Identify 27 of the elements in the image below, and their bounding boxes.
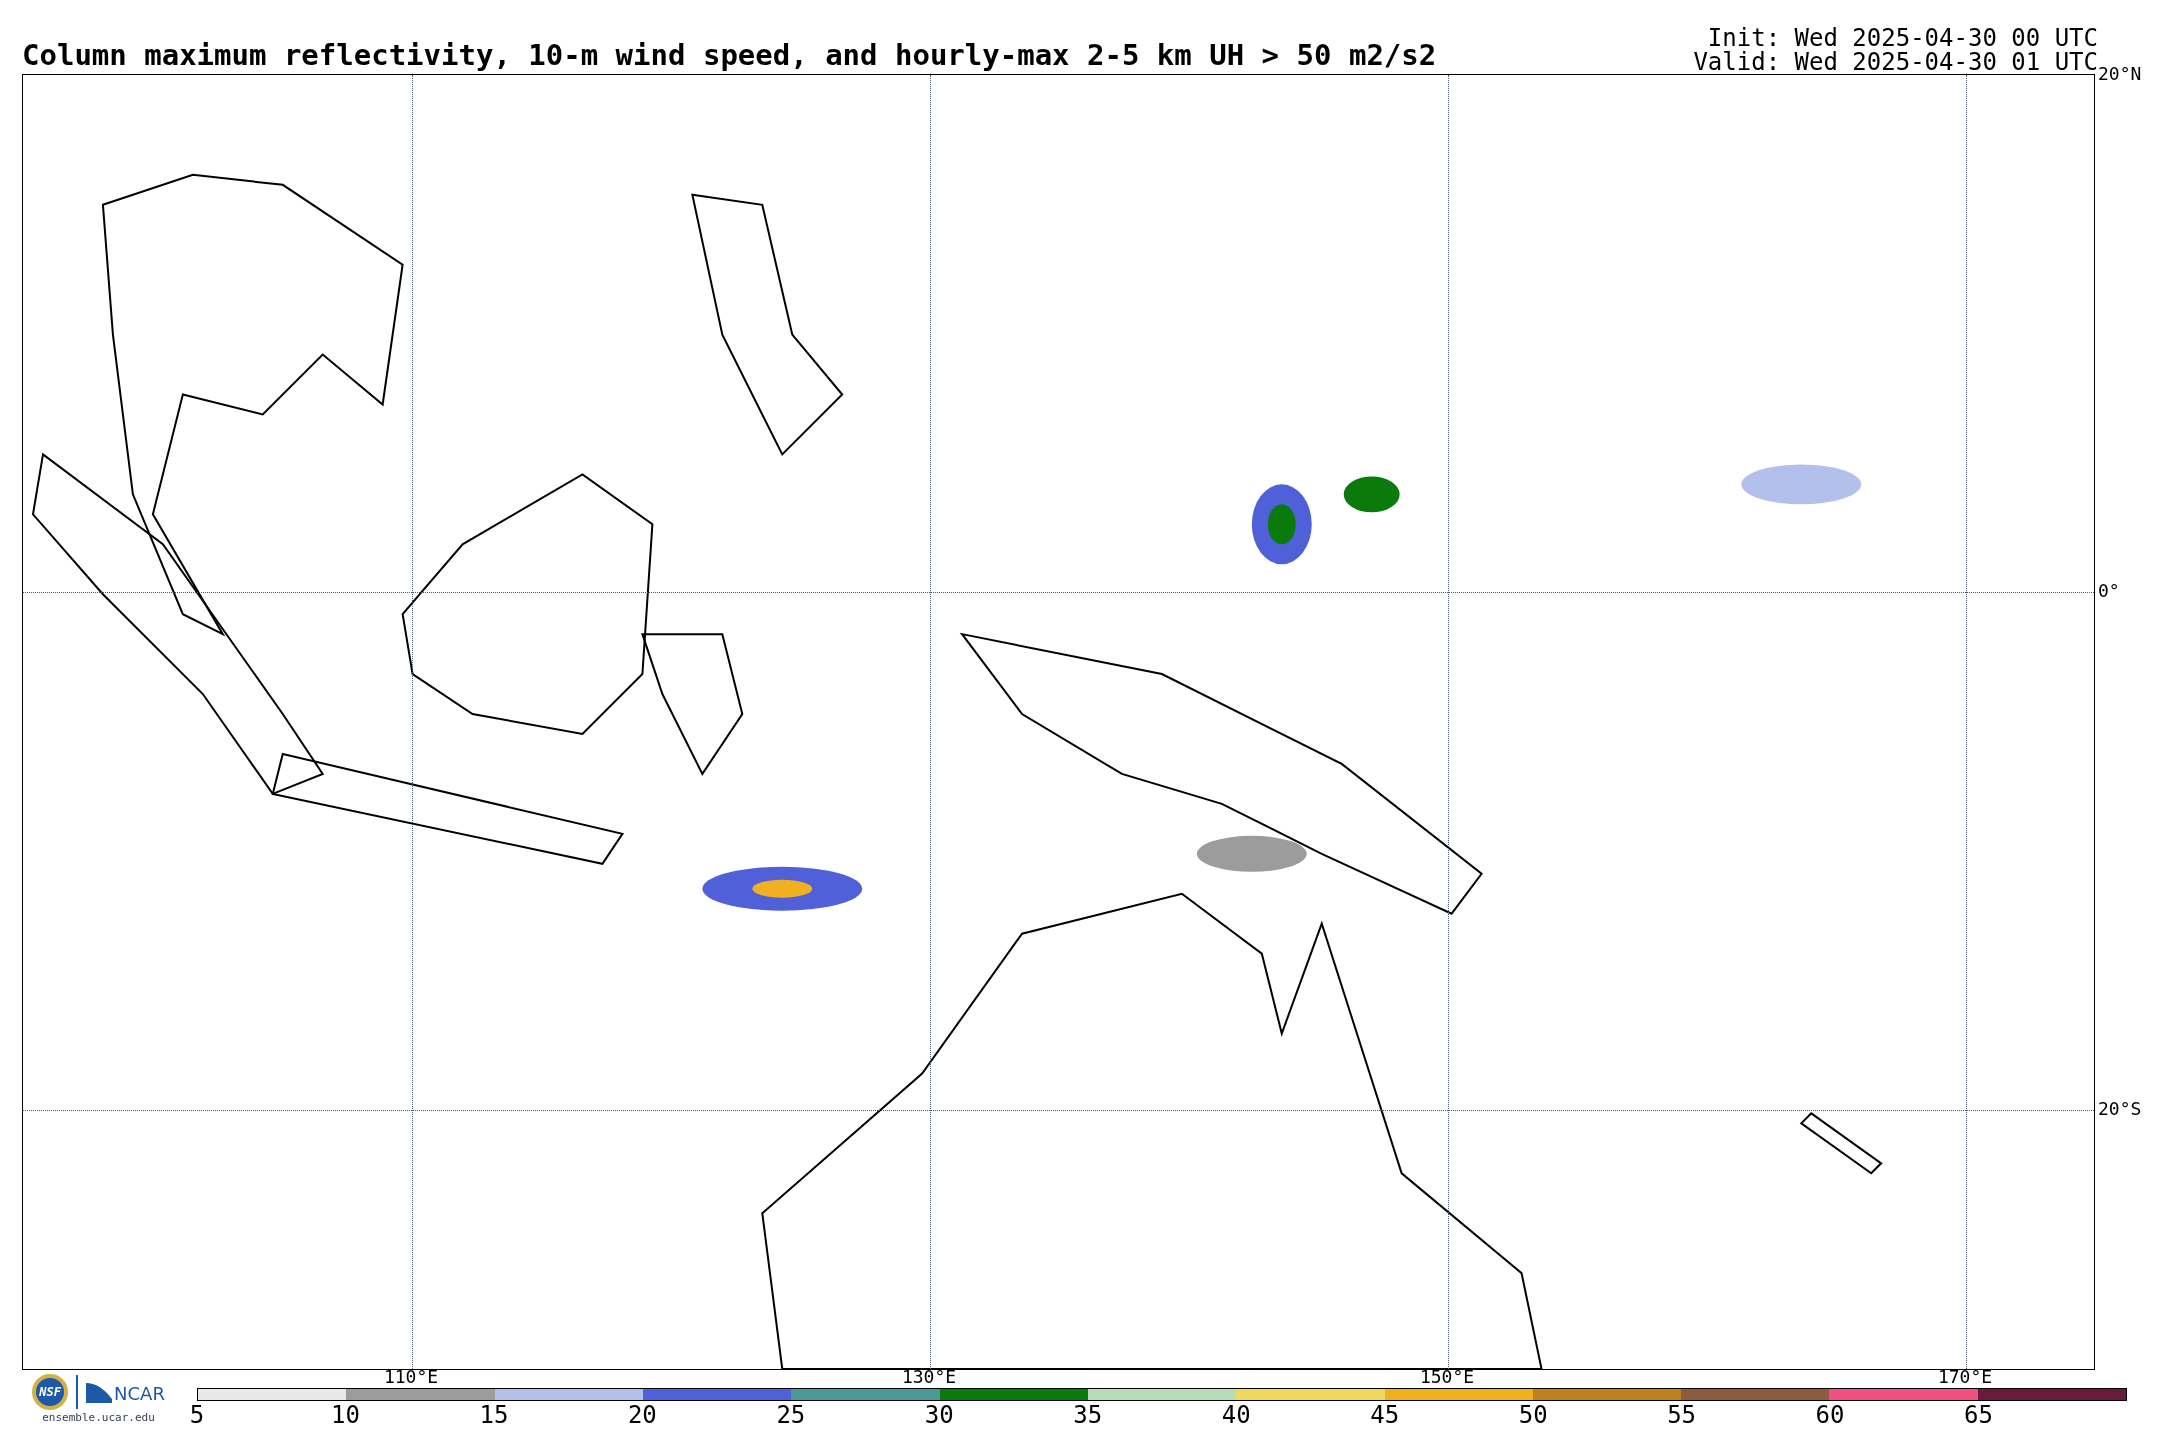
scale-value: 55 [1667, 1403, 1697, 1427]
longitude-label: 170°E [1937, 1368, 1993, 1386]
website-url: ensemble.ucar.edu [42, 1411, 155, 1424]
ncar-swoosh-icon [86, 1381, 113, 1403]
scale-value: 45 [1370, 1403, 1400, 1427]
scale-value: 25 [776, 1403, 806, 1427]
ncar-logo: NCAR [86, 1381, 165, 1403]
nsf-logo: NSF [32, 1374, 69, 1410]
latitude-label: 0° [2098, 582, 2120, 600]
scale-value: 40 [1221, 1403, 1251, 1427]
scale-value: 35 [1073, 1403, 1103, 1427]
valid-time: Valid: Wed 2025-04-30 01 UTC [1693, 50, 2098, 74]
longitude-label: 130°E [901, 1368, 957, 1386]
scale-value: 10 [331, 1403, 360, 1427]
init-time: Init: Wed 2025-04-30 00 UTC [1707, 26, 2098, 50]
longitude-label: 150°E [1419, 1368, 1475, 1386]
scale-value: 50 [1518, 1403, 1548, 1427]
latitude-label: 20°N [2098, 65, 2142, 83]
scale-value: 20 [627, 1403, 657, 1427]
scale-value: 30 [924, 1403, 954, 1427]
chart-title: Column maximum reflectivity, 10-m wind speed, and hourly-max 2-5 km UH > 50 m2/s2 [22, 41, 1437, 74]
scale-value: 60 [1815, 1403, 1845, 1427]
scale-value: 65 [1964, 1403, 1993, 1427]
latitude-label: 20°S [2098, 1100, 2142, 1118]
scale-value: 15 [479, 1403, 509, 1427]
scale-value: 5 [189, 1403, 205, 1427]
longitude-label: 110°E [383, 1368, 439, 1386]
